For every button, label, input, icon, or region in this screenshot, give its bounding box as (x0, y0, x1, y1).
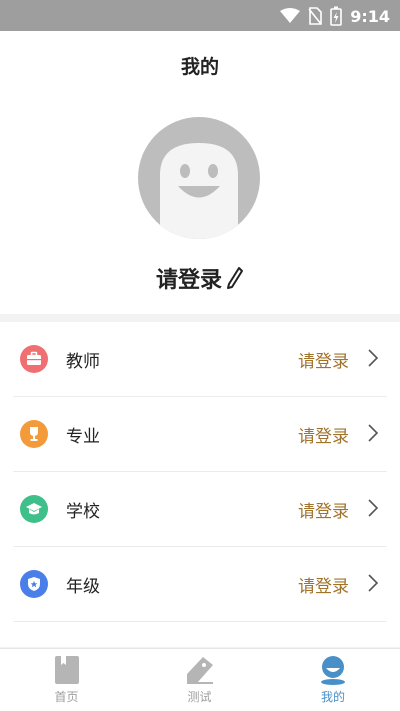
tab-label: 测试 (187, 690, 212, 704)
profile-info-list: 教师 请登录 专业 请登录 学校 请登录 年级 请登录 (0, 322, 400, 647)
clock: 9:14 (350, 6, 390, 26)
list-item-teacher[interactable]: 教师 请登录 (13, 322, 387, 397)
graduation-cap-icon (20, 495, 48, 523)
wifi-icon (280, 8, 301, 23)
row-label: 教师 (66, 352, 100, 372)
row-value: 请登录 (298, 427, 349, 447)
avatar[interactable] (138, 117, 260, 239)
login-text[interactable]: 请登录 (156, 262, 222, 294)
list-item-major[interactable]: 专业 请登录 (13, 397, 387, 472)
edit-pencil-icon[interactable] (226, 266, 244, 290)
tab-mine[interactable]: 我的 (266, 649, 400, 711)
briefcase-icon (20, 345, 48, 373)
pencil-icon (186, 657, 213, 684)
row-value: 请登录 (298, 502, 349, 522)
row-value: 请登录 (298, 577, 349, 597)
row-label: 年级 (66, 577, 100, 597)
battery-charging-icon (330, 6, 343, 26)
row-value: 请登录 (298, 352, 349, 372)
row-label: 专业 (66, 427, 100, 447)
list-item-grade[interactable]: 年级 请登录 (13, 547, 387, 622)
profile-header: 我的 请登录 (0, 31, 400, 314)
chevron-right-icon (368, 574, 379, 592)
row-label: 学校 (66, 502, 100, 522)
chevron-right-icon (368, 499, 379, 517)
badge-star-icon (20, 570, 48, 598)
status-icons: 9:14 (280, 5, 390, 27)
ghost-face-icon (160, 143, 238, 239)
chevron-right-icon (368, 349, 379, 367)
tab-label: 我的 (320, 690, 345, 704)
tab-label: 首页 (54, 690, 79, 704)
tab-home[interactable]: 首页 (0, 649, 133, 711)
chevron-right-icon (368, 424, 379, 442)
status-bar: 9:14 (0, 0, 400, 31)
no-sim-icon (308, 7, 323, 25)
tab-test[interactable]: 测试 (133, 649, 266, 711)
list-item-school[interactable]: 学校 请登录 (13, 472, 387, 547)
bottom-tab-bar: 首页 测试 我的 (0, 648, 400, 711)
trophy-icon (20, 420, 48, 448)
profile-face-icon (321, 656, 345, 685)
book-icon (54, 656, 79, 684)
login-row[interactable]: 请登录 (0, 262, 400, 294)
page-title: 我的 (180, 56, 219, 78)
